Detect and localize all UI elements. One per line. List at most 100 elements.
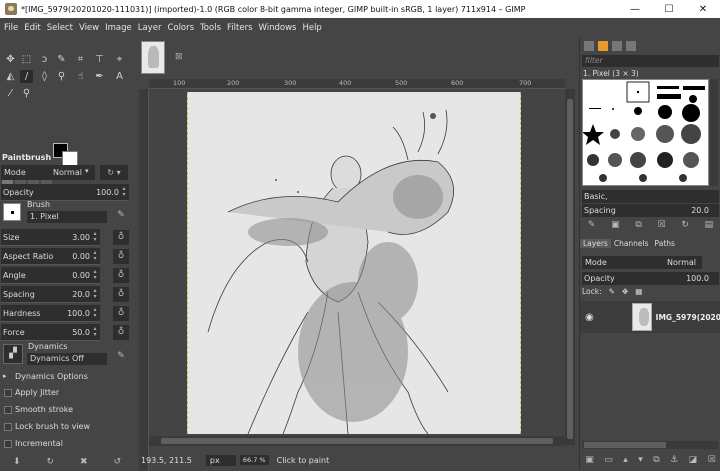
dynamics-preview-icon[interactable]: ▞ [3, 344, 23, 364]
bucket-fill-icon[interactable]: ◭ [4, 70, 17, 83]
incremental-label[interactable]: Incremental [15, 439, 63, 448]
move-tool-icon[interactable]: ✥ [4, 53, 17, 66]
warp-icon[interactable]: ⌖ [113, 53, 126, 66]
transform-icon[interactable]: ⊤ [93, 53, 106, 66]
restore-options-icon[interactable]: ↻ [46, 457, 54, 467]
opacity-slider[interactable]: Opacity 100.0 ▴ ▾ [1, 184, 129, 201]
lock-brush-checkbox[interactable] [4, 423, 12, 431]
menu-colors[interactable]: Colors [167, 23, 194, 33]
close-tab-icon[interactable]: ⊠ [175, 52, 183, 62]
layer-row[interactable]: ◉ IMG_5979(2020 [580, 301, 720, 333]
angle-slider[interactable]: Angle 0.00 ▴ ▾ [1, 267, 100, 284]
lock-brush-label[interactable]: Lock brush to view [15, 422, 90, 431]
menu-tools[interactable]: Tools [200, 23, 221, 33]
menu-image[interactable]: Image [105, 23, 132, 33]
crop-icon[interactable]: ⌗ [74, 53, 87, 66]
edit-brush-icon[interactable]: ✎ [113, 208, 129, 223]
expander-icon[interactable]: ▸ [3, 372, 7, 380]
rect-select-icon[interactable]: ⬚ [20, 53, 33, 66]
brush-grid[interactable] [582, 79, 709, 186]
menu-view[interactable]: View [79, 23, 99, 33]
menu-windows[interactable]: Windows [259, 23, 297, 33]
brush-name-field[interactable]: 1. Pixel [27, 211, 107, 223]
clone-icon[interactable]: ⚲ [55, 70, 68, 83]
brush-scrollbar[interactable] [710, 79, 718, 186]
lock-alpha-icon[interactable]: ▦ [635, 287, 642, 296]
opacity-spin-icon[interactable]: ▴ ▾ [120, 186, 128, 198]
size-slider[interactable]: Size 3.00 ▴ ▾ [1, 229, 100, 246]
hardness-spin-icon[interactable]: ▴ ▾ [91, 307, 99, 319]
fonts-tab-icon[interactable] [612, 41, 622, 51]
menu-select[interactable]: Select [47, 23, 73, 33]
fuzzy-select-icon[interactable]: ✎ [55, 53, 68, 66]
reset-mode-button[interactable]: ↻ ▾ [100, 165, 128, 180]
force-slider[interactable]: Force 50.0 ▴ ▾ [1, 324, 100, 341]
horizontal-scroll-thumb[interactable] [161, 438, 553, 444]
duplicate-brush-icon[interactable]: ⧉ [635, 220, 641, 230]
force-spin-icon[interactable]: ▴ ▾ [91, 326, 99, 338]
layers-scrollbar[interactable] [582, 441, 718, 449]
smooth-stroke-label[interactable]: Smooth stroke [15, 405, 73, 414]
angle-reset-icon[interactable]: ♁ [113, 268, 129, 283]
document-history-tab-icon[interactable] [626, 41, 636, 51]
delete-brush-icon[interactable]: ☒ [658, 220, 666, 230]
eraser-icon[interactable]: ◊ [38, 70, 51, 83]
size-spin-icon[interactable]: ▴ ▾ [91, 231, 99, 243]
layer-mode-select[interactable]: Mode Normal [582, 256, 702, 269]
zoom-select[interactable]: 66.7 % [239, 455, 269, 465]
menu-file[interactable]: File [4, 23, 18, 33]
aspect-spin-icon[interactable]: ▴ ▾ [91, 250, 99, 262]
vertical-scroll-thumb[interactable] [567, 99, 573, 439]
layers-scroll-thumb[interactable] [584, 442, 666, 448]
text-icon[interactable]: A [113, 70, 126, 83]
path-icon[interactable]: ✒ [93, 70, 106, 83]
close-button[interactable]: ✕ [686, 4, 720, 15]
zoom-icon[interactable]: ⚲ [20, 87, 33, 100]
patterns-tab-icon[interactable] [598, 41, 608, 51]
new-layer-icon[interactable]: ▣ [585, 455, 594, 465]
unit-select[interactable]: px [205, 454, 236, 466]
angle-spin-icon[interactable]: ▴ ▾ [91, 269, 99, 281]
tab-channels[interactable]: Channels [611, 239, 652, 248]
edit-dynamics-icon[interactable]: ✎ [113, 349, 129, 364]
reset-options-icon[interactable]: ↺ [113, 457, 121, 467]
refresh-brushes-icon[interactable]: ↻ [681, 220, 689, 230]
layer-opacity-slider[interactable]: Opacity 100.0 [582, 272, 719, 285]
apply-jitter-checkbox[interactable] [4, 389, 12, 397]
aspect-ratio-slider[interactable]: Aspect Ratio 0.00 ▴ ▾ [1, 248, 100, 265]
spacing-reset-icon[interactable]: ♁ [113, 287, 129, 302]
canvas-viewport[interactable] [149, 90, 565, 435]
maximize-button[interactable]: ☐ [652, 4, 686, 15]
smooth-stroke-checkbox[interactable] [4, 406, 12, 414]
incremental-checkbox[interactable] [4, 440, 12, 448]
size-reset-icon[interactable]: ♁ [113, 230, 129, 245]
color-picker-icon[interactable]: ⁄ [4, 87, 17, 100]
menu-layer[interactable]: Layer [138, 23, 162, 33]
tab-layers[interactable]: Layers [580, 239, 611, 248]
hardness-slider[interactable]: Hardness 100.0 ▴ ▾ [1, 305, 100, 322]
new-brush-icon[interactable]: ▣ [611, 220, 620, 230]
lasso-icon[interactable]: ↄ [38, 53, 51, 66]
menu-filters[interactable]: Filters [227, 23, 252, 33]
horizontal-scrollbar[interactable] [149, 436, 565, 446]
hardness-reset-icon[interactable]: ♁ [113, 306, 129, 321]
delete-layer-icon[interactable]: ☒ [708, 455, 716, 465]
aspect-reset-icon[interactable]: ♁ [113, 249, 129, 264]
raise-layer-icon[interactable]: ▴ [623, 455, 628, 465]
vertical-scrollbar[interactable] [565, 89, 575, 445]
dynamics-options-label[interactable]: Dynamics Options [15, 372, 88, 381]
edit-brush-action-icon[interactable]: ✎ [588, 220, 596, 230]
duplicate-layer-icon[interactable]: ⧉ [653, 455, 659, 465]
image-tab-thumbnail[interactable] [141, 41, 165, 74]
vertical-ruler[interactable] [139, 89, 149, 471]
mode-select[interactable]: Mode Normal ▾ [1, 165, 95, 180]
force-reset-icon[interactable]: ♁ [113, 325, 129, 340]
layer-name[interactable]: IMG_5979(2020 [656, 313, 720, 322]
minimize-button[interactable]: — [618, 4, 652, 15]
drawing-image[interactable] [187, 92, 521, 435]
new-group-icon[interactable]: ▭ [604, 455, 613, 465]
apply-jitter-label[interactable]: Apply Jitter [15, 388, 59, 397]
smudge-icon[interactable]: ☝ [74, 70, 87, 83]
lock-position-icon[interactable]: ✥ [622, 287, 628, 296]
menu-edit[interactable]: Edit [24, 23, 40, 33]
